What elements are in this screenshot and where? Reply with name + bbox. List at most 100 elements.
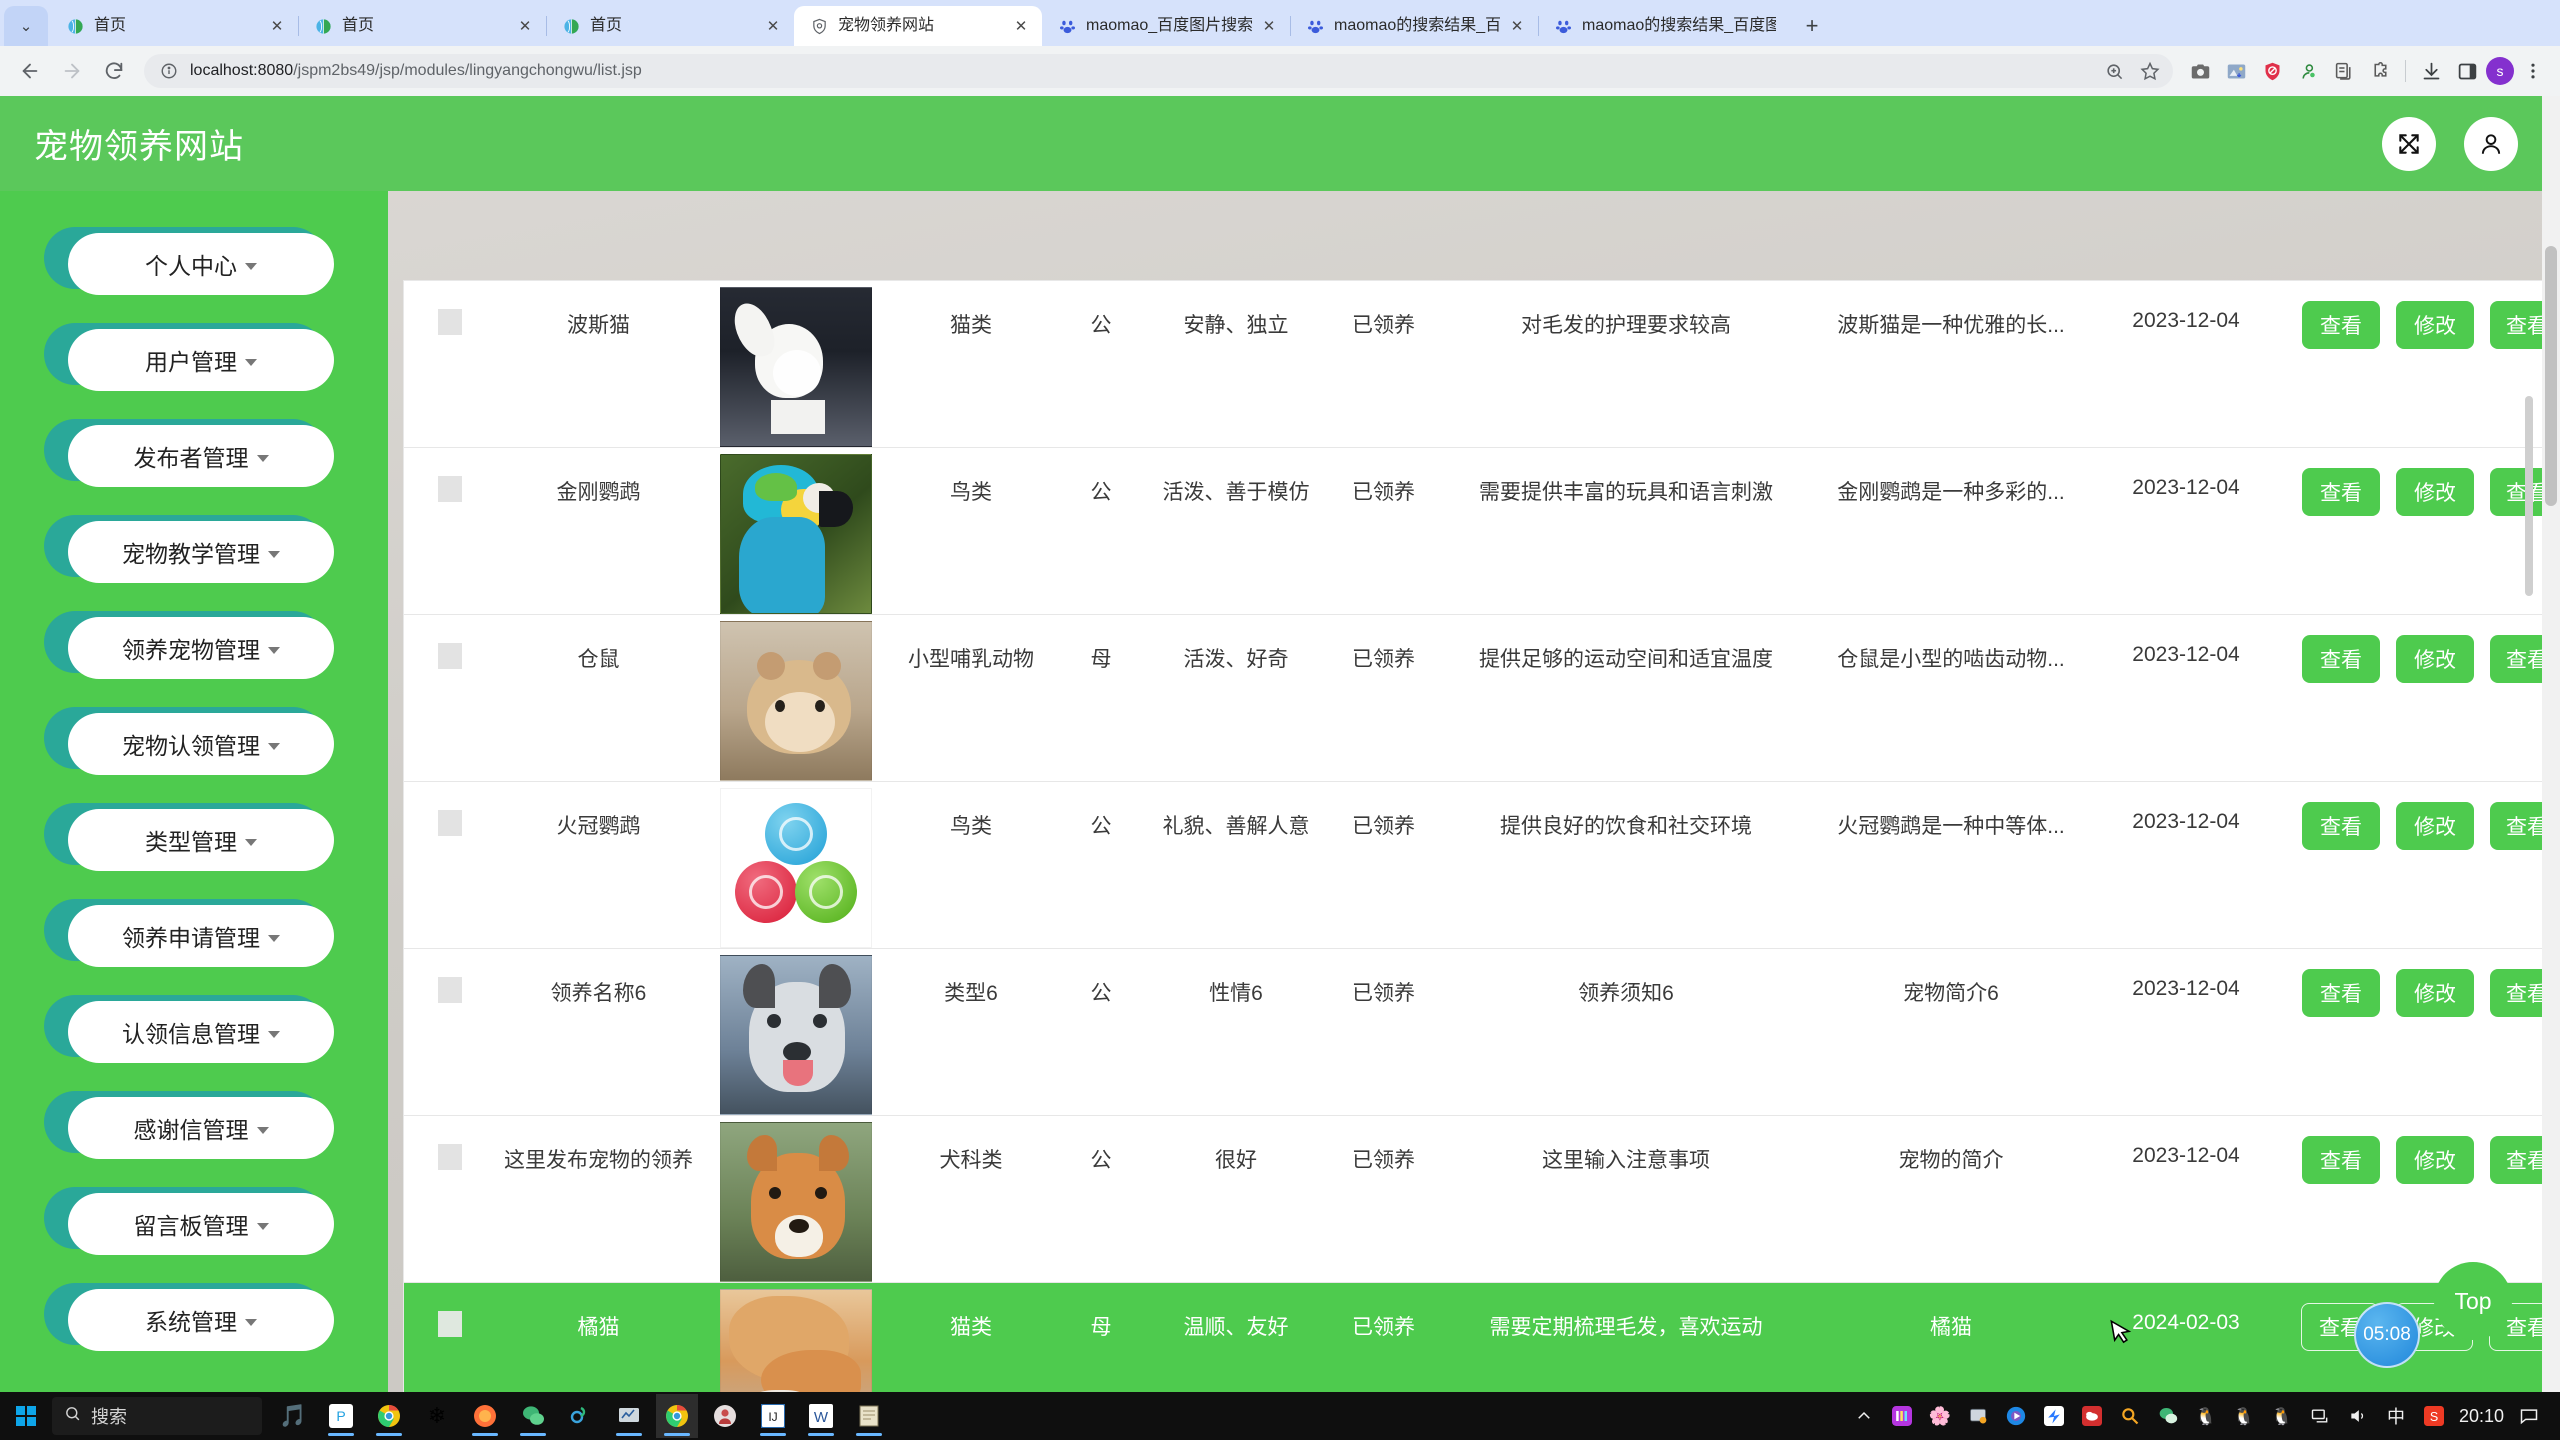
taskbar-clock[interactable]: 20:10 [2459,1406,2504,1427]
sidebar-item-8[interactable]: 认领信息管理 [44,995,334,1063]
edit-button[interactable]: 修改 [2396,301,2474,349]
table-row[interactable]: 这里发布宠物的领养 犬科类 公 很好 已领养 这里输入注意事项 宠物的简介 20… [404,1116,2546,1283]
row-checkbox-cell[interactable] [404,615,496,782]
sidebar-item-4[interactable]: 领养宠物管理 [44,611,334,679]
view-button[interactable]: 查看 [2302,802,2380,850]
pill[interactable]: 宠物认领管理 [68,713,334,775]
media-icon[interactable] [2003,1403,2029,1429]
edit-button[interactable]: 修改 [2396,468,2474,516]
sidebar-item-6[interactable]: 类型管理 [44,803,334,871]
qq-icon[interactable]: 🐧 [2231,1403,2257,1429]
sidebar-item-10[interactable]: 留言板管理 [44,1187,334,1255]
network-icon[interactable] [2307,1403,2333,1429]
pill[interactable]: 认领信息管理 [68,1001,334,1063]
row-checkbox[interactable] [438,476,462,502]
sidebar-item-9[interactable]: 感谢信管理 [44,1091,334,1159]
close-icon[interactable]: ✕ [514,15,536,37]
intellij-icon[interactable]: IJ [752,1394,794,1438]
table-row[interactable]: 仓鼠 小型哺乳动物 母 活泼、好奇 已领养 提供足够的运动空间和适宜温度 仓鼠是… [404,615,2546,782]
wechat-tray-icon[interactable] [2155,1403,2181,1429]
view-button[interactable]: 查看 [2302,969,2380,1017]
qq-icon[interactable]: 🐧 [2269,1403,2295,1429]
sidebar-item-0[interactable]: 个人中心 [44,227,334,295]
row-checkbox[interactable] [438,810,462,836]
browser-tab-4[interactable]: maomao_百度图片搜索 ✕ [1042,6,1291,46]
back-arrow-icon[interactable] [10,51,50,91]
pill[interactable]: 类型管理 [68,809,334,871]
side-panel-icon[interactable] [2450,54,2484,88]
wps-icon[interactable]: ❄ [416,1394,458,1438]
row-checkbox-cell[interactable] [404,782,496,949]
qq-music-icon[interactable]: 🎵 [272,1394,314,1438]
player-icon[interactable] [704,1394,746,1438]
view-comments-button[interactable]: 查看评论 [2490,301,2546,349]
chrome-icon[interactable] [368,1394,410,1438]
sidebar-item-7[interactable]: 领养申请管理 [44,899,334,967]
pill[interactable]: 留言板管理 [68,1193,334,1255]
browser-tab-6[interactable]: maomao的搜索结果_百度图片 [1538,6,1786,46]
screenshot-icon[interactable] [1965,1403,1991,1429]
pycharm-icon[interactable]: P [320,1394,362,1438]
edit-button[interactable]: 修改 [2396,1136,2474,1184]
browser-tab-5[interactable]: maomao的搜索结果_百度图片 ✕ [1290,6,1539,46]
view-comments-button[interactable]: 查看评论 [2490,802,2546,850]
close-icon[interactable]: ✕ [1258,15,1280,37]
sidebar-item-11[interactable]: 系统管理 [44,1283,334,1351]
copy-pages-icon[interactable] [2327,54,2361,88]
view-comments-button[interactable]: 查看评论 [2490,468,2546,516]
reload-icon[interactable] [94,51,134,91]
edit-button[interactable]: 修改 [2396,635,2474,683]
table-row[interactable]: 金刚鹦鹉 鸟类 公 活泼、善于模仿 已领养 需要提供丰富的玩具和语言刺激 金刚鹦… [404,448,2546,615]
word-icon[interactable]: W [800,1394,842,1438]
table-row[interactable]: 领养名称6 类型6 公 性情6 已领养 领养须知6 宠物简介6 2023-12-… [404,949,2546,1116]
kebab-menu-icon[interactable] [2516,54,2550,88]
flower-icon[interactable]: 🌸 [1927,1403,1953,1429]
sogou-icon[interactable]: S [2421,1403,2447,1429]
ime-cn-icon[interactable]: 中 [2383,1403,2409,1429]
view-comments-button[interactable]: 查看评论 [2490,969,2546,1017]
pill[interactable]: 系统管理 [68,1289,334,1351]
adblock-shield-icon[interactable] [2255,54,2289,88]
row-checkbox[interactable] [438,643,462,669]
view-button[interactable]: 查看 [2302,468,2380,516]
view-comments-button[interactable]: 查看评论 [2490,635,2546,683]
row-checkbox[interactable] [438,1311,462,1337]
row-checkbox[interactable] [438,977,462,1003]
cloud-app-icon[interactable] [2079,1403,2105,1429]
tab-list-chevron-icon[interactable]: ⌄ [4,6,48,46]
address-bar[interactable]: localhost:8080/jspm2bs49/jsp/modules/lin… [144,54,2173,88]
chevron-up-icon[interactable] [1851,1403,1877,1429]
notification-icon[interactable] [2516,1403,2542,1429]
puzzle-extension-icon[interactable] [2363,54,2397,88]
zoom-search-icon[interactable] [2097,54,2131,88]
row-checkbox-cell[interactable] [404,949,496,1116]
pill[interactable]: 宠物教学管理 [68,521,334,583]
volume-icon[interactable] [2345,1403,2371,1429]
taskbar-search-box[interactable]: 搜索 [52,1397,262,1435]
sidebar-item-2[interactable]: 发布者管理 [44,419,334,487]
sidebar-item-3[interactable]: 宠物教学管理 [44,515,334,583]
view-comments-button[interactable]: 查看评论 [2490,1136,2546,1184]
page-scrollbar[interactable] [2542,96,2560,1440]
colorful-app-icon[interactable] [1889,1403,1915,1429]
row-checkbox-cell[interactable] [404,448,496,615]
close-icon[interactable]: ✕ [762,15,784,37]
sidebar-item-5[interactable]: 宠物认领管理 [44,707,334,775]
pill[interactable]: 发布者管理 [68,425,334,487]
user-avatar-icon[interactable] [2464,116,2518,171]
person-search-icon[interactable] [2291,54,2325,88]
edit-button[interactable]: 修改 [2396,969,2474,1017]
edit-button[interactable]: 修改 [2396,802,2474,850]
browser-tab-1[interactable]: 首页 ✕ [298,6,547,46]
pill[interactable]: 感谢信管理 [68,1097,334,1159]
camera-icon[interactable] [2183,54,2217,88]
table-row[interactable]: 火冠鹦鹉 鸟类 公 礼貌、善解人意 已领养 提供良好的饮食和社交环境 火冠鹦鹉是… [404,782,2546,949]
pill[interactable]: 用户管理 [68,329,334,391]
chrome-active-icon[interactable] [656,1394,698,1438]
view-button[interactable]: 查看 [2302,635,2380,683]
view-button[interactable]: 查看 [2302,301,2380,349]
monitor-icon[interactable] [608,1394,650,1438]
table-row[interactable]: 波斯猫 猫类 公 安静、独立 已领养 对毛发的护理要求较高 波斯猫是一种优雅的长… [404,281,2546,448]
back-to-top-button[interactable]: Top [2434,1262,2512,1340]
pill[interactable]: 个人中心 [68,233,334,295]
